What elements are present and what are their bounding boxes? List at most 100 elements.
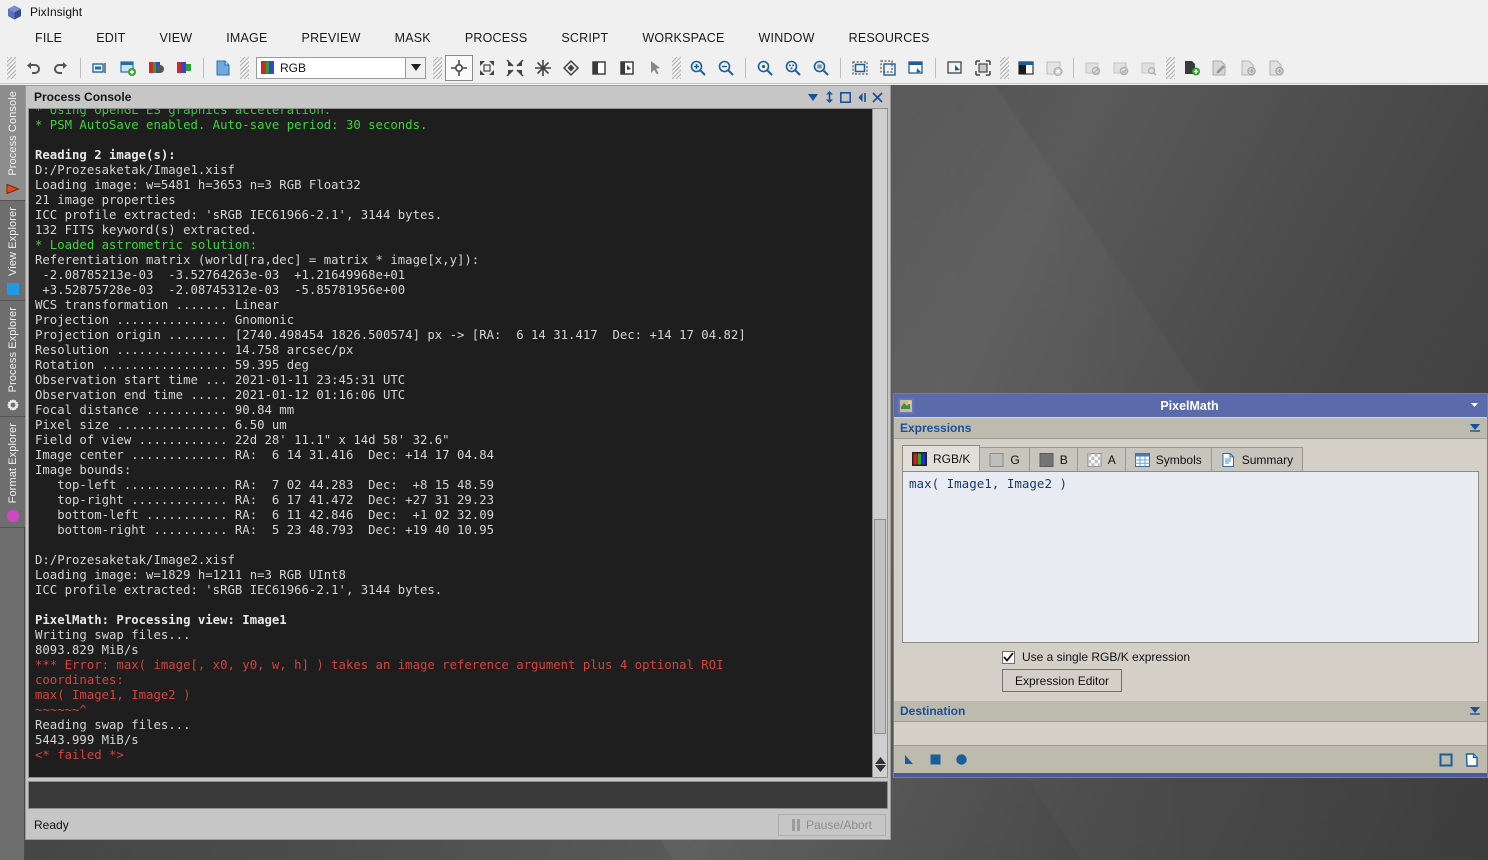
zoom-fit-expand-icon[interactable] xyxy=(473,55,501,81)
rollup-pin-icon[interactable] xyxy=(1465,398,1483,414)
menu-workspace[interactable]: WORKSPACE xyxy=(625,27,741,49)
pixelmath-titlebar[interactable]: PixelMath xyxy=(894,394,1487,417)
new-process-icon[interactable] xyxy=(1178,55,1206,81)
edit-process-icon[interactable] xyxy=(1206,55,1234,81)
sidebar-item-label: Process Explorer xyxy=(6,306,19,392)
scrollbar-thumb[interactable] xyxy=(874,519,886,734)
pan-snowflake-icon[interactable] xyxy=(529,55,557,81)
execute-circle-icon[interactable] xyxy=(954,752,969,767)
dock-left-icon[interactable] xyxy=(853,89,869,105)
toolbar-grip[interactable] xyxy=(433,56,442,79)
apply-global-square-icon[interactable] xyxy=(928,752,943,767)
sidebar-item-process-console[interactable]: Process Console xyxy=(0,85,25,201)
duplicate-preview-icon[interactable] xyxy=(874,55,902,81)
fit-window-icon[interactable] xyxy=(969,55,997,81)
tab-a[interactable]: A xyxy=(1076,447,1126,471)
sidebar-item-label: Process Console xyxy=(6,91,19,176)
toolbar-grip[interactable] xyxy=(240,56,249,79)
section-collapse-icon[interactable] xyxy=(1469,705,1481,717)
scrollbar-arrows[interactable] xyxy=(873,751,887,777)
color-space-selector[interactable]: RGB xyxy=(256,56,426,79)
tab-summary[interactable]: Summary xyxy=(1210,447,1304,471)
menu-script[interactable]: SCRIPT xyxy=(544,27,625,49)
pixinsight-application-window: PixInsight FILE EDIT VIEW IMAGE PREVIEW … xyxy=(0,0,1488,860)
console-line: ICC profile extracted: 'sRGB IEC61966-2.… xyxy=(35,583,443,597)
zoom-1-1-icon[interactable] xyxy=(751,55,779,81)
menu-resources[interactable]: RESOURCES xyxy=(832,27,947,49)
single-rgbk-checkbox[interactable] xyxy=(1002,650,1015,664)
new-document-icon[interactable] xyxy=(209,55,237,81)
remove-mask-icon[interactable] xyxy=(1040,55,1068,81)
rgb-channel-combine-icon[interactable] xyxy=(142,55,170,81)
dark-gray-square-icon xyxy=(1039,452,1054,467)
menu-image[interactable]: IMAGE xyxy=(209,27,284,49)
zoom-in-icon[interactable] xyxy=(684,55,712,81)
section-collapse-icon[interactable] xyxy=(1469,422,1481,434)
console-text[interactable]: * Using OpenGL ES graphics acceleration.… xyxy=(29,109,872,777)
expression-input[interactable]: max( Image1, Image2 ) xyxy=(902,471,1479,643)
document-lines-icon xyxy=(1221,452,1236,467)
redo-arrow-icon[interactable] xyxy=(47,55,75,81)
pointer-arrow-icon[interactable] xyxy=(641,55,669,81)
undo-arrow-icon[interactable] xyxy=(19,55,47,81)
invert-mask-icon[interactable] xyxy=(1107,55,1135,81)
open-preview-window-icon[interactable] xyxy=(902,55,930,81)
tab-rgbk[interactable]: RGB/K xyxy=(902,445,981,471)
menu-preview[interactable]: PREVIEW xyxy=(285,27,378,49)
new-image-window-icon[interactable] xyxy=(114,55,142,81)
tab-g[interactable]: G xyxy=(979,447,1030,471)
expand-vertical-icon[interactable] xyxy=(821,89,837,105)
menu-mask[interactable]: MASK xyxy=(378,27,448,49)
console-scrollbar[interactable] xyxy=(872,109,887,777)
chevron-down-icon[interactable] xyxy=(405,57,425,78)
chevron-down-icon[interactable] xyxy=(805,89,821,105)
pause-abort-button[interactable]: Pause/Abort xyxy=(778,814,886,836)
disable-mask-icon[interactable] xyxy=(1079,55,1107,81)
close-x-icon[interactable] xyxy=(869,89,885,105)
console-arrow-icon xyxy=(6,182,20,196)
console-command-input[interactable] xyxy=(28,781,888,809)
toolbar-grip[interactable] xyxy=(1166,56,1175,79)
menu-window[interactable]: WINDOW xyxy=(742,27,832,49)
rgb-channel-extract-icon[interactable] xyxy=(170,55,198,81)
anchor-window-icon[interactable] xyxy=(941,55,969,81)
tab-b[interactable]: B xyxy=(1028,447,1078,471)
tab-strip-spacer xyxy=(0,528,24,860)
zoom-out-icon[interactable] xyxy=(712,55,740,81)
left-tab-strip: Process Console View Explorer Process Ex… xyxy=(0,85,25,860)
toolbar-grip[interactable] xyxy=(7,56,16,79)
zoom-optimal-icon[interactable] xyxy=(807,55,835,81)
console-line: +3.52875728e-03 -2.08745312e-03 -5.85781… xyxy=(35,283,406,297)
sidebar-item-format-explorer[interactable]: Format Explorer xyxy=(0,416,25,529)
apply-triangle-icon[interactable] xyxy=(902,752,917,767)
add-process-icon[interactable] xyxy=(1234,55,1262,81)
zoom-fit-window-icon[interactable] xyxy=(779,55,807,81)
move-diamond-icon[interactable] xyxy=(557,55,585,81)
toolbar-separator xyxy=(935,57,936,78)
toolbar-grip[interactable] xyxy=(1000,56,1009,79)
zoom-collapse-icon[interactable] xyxy=(501,55,529,81)
menu-view[interactable]: VIEW xyxy=(142,27,209,49)
readout-crosshair-icon[interactable] xyxy=(445,54,473,81)
menu-process[interactable]: PROCESS xyxy=(448,27,545,49)
close-view-icon[interactable] xyxy=(86,55,114,81)
menu-edit[interactable]: EDIT xyxy=(79,27,142,49)
reset-square-icon[interactable] xyxy=(1438,752,1453,767)
select-all-previews-icon[interactable] xyxy=(846,55,874,81)
console-line: WCS transformation ....... Linear xyxy=(35,298,280,312)
destination-section-header[interactable]: Destination xyxy=(894,700,1487,722)
tab-symbols[interactable]: Symbols xyxy=(1124,447,1212,471)
toolbar-grip[interactable] xyxy=(672,56,681,79)
expression-editor-button[interactable]: Expression Editor xyxy=(1002,669,1123,692)
show-mask-icon[interactable] xyxy=(1012,55,1040,81)
new-instance-document-icon[interactable] xyxy=(1464,752,1479,767)
menu-file[interactable]: FILE xyxy=(18,27,79,49)
maximize-icon[interactable] xyxy=(837,89,853,105)
edit-preview-icon[interactable] xyxy=(613,55,641,81)
new-preview-icon[interactable] xyxy=(585,55,613,81)
add-script-icon[interactable] xyxy=(1262,55,1290,81)
sidebar-item-view-explorer[interactable]: View Explorer xyxy=(0,200,25,301)
sidebar-item-process-explorer[interactable]: Process Explorer xyxy=(0,300,25,417)
show-mask-preview-icon[interactable] xyxy=(1135,55,1163,81)
expressions-section-header[interactable]: Expressions xyxy=(894,417,1487,439)
